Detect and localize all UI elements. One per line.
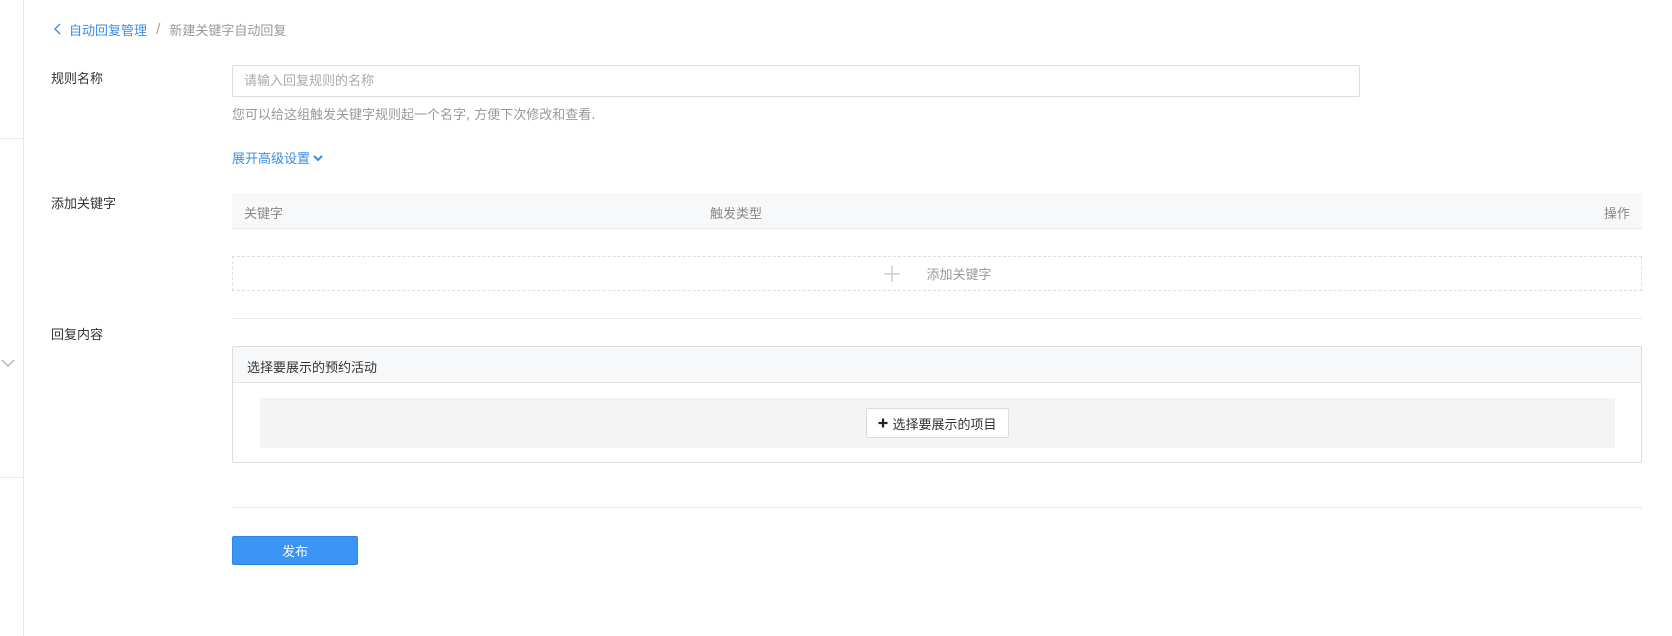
column-header-keyword: 关键字	[244, 207, 284, 222]
advanced-settings-label: 展开高级设置	[232, 152, 311, 167]
publish-button[interactable]: 发布	[232, 536, 358, 565]
add-keyword-label: 添加关键字	[926, 268, 992, 283]
reply-panel-title: 选择要展示的预约活动	[233, 347, 1641, 383]
reply-content-label: 回复内容	[51, 328, 104, 343]
select-item-button[interactable]: 选择要展示的项目	[866, 408, 1009, 438]
breadcrumb-separator: /	[156, 21, 161, 37]
breadcrumb-parent-link[interactable]: 自动回复管理	[69, 20, 147, 39]
sidebar-divider	[0, 477, 23, 478]
chevron-down-icon[interactable]	[1, 356, 15, 370]
chevron-left-icon[interactable]	[53, 22, 63, 36]
keywords-table-header: 关键字 触发类型 操作	[232, 193, 1642, 229]
advanced-settings-toggle[interactable]: 展开高级设置	[232, 148, 324, 167]
plus-icon	[878, 418, 888, 428]
section-divider	[232, 507, 1642, 508]
rule-name-hint: 您可以给这组触发关键字规则起一个名字, 方便下次修改和查看.	[232, 108, 596, 123]
breadcrumb: 自动回复管理 / 新建关键字自动回复	[53, 19, 286, 39]
section-divider	[232, 318, 1642, 319]
column-header-actions: 操作	[1603, 207, 1630, 222]
rule-name-label: 规则名称	[51, 72, 104, 87]
reply-content-panel: 选择要展示的预约活动 选择要展示的项目	[232, 346, 1642, 463]
reply-panel-body: 选择要展示的项目	[260, 398, 1615, 448]
column-header-trigger-type: 触发类型	[710, 207, 763, 222]
keywords-label: 添加关键字	[51, 197, 117, 212]
chevron-down-icon	[313, 154, 323, 161]
plus-icon	[884, 265, 901, 282]
sidebar-edge	[0, 0, 24, 636]
add-keyword-button[interactable]: 添加关键字	[232, 256, 1642, 291]
select-item-label: 选择要展示的项目	[892, 417, 997, 433]
sidebar-divider	[0, 138, 23, 139]
breadcrumb-current: 新建关键字自动回复	[169, 23, 287, 39]
rule-name-input[interactable]	[232, 65, 1360, 97]
